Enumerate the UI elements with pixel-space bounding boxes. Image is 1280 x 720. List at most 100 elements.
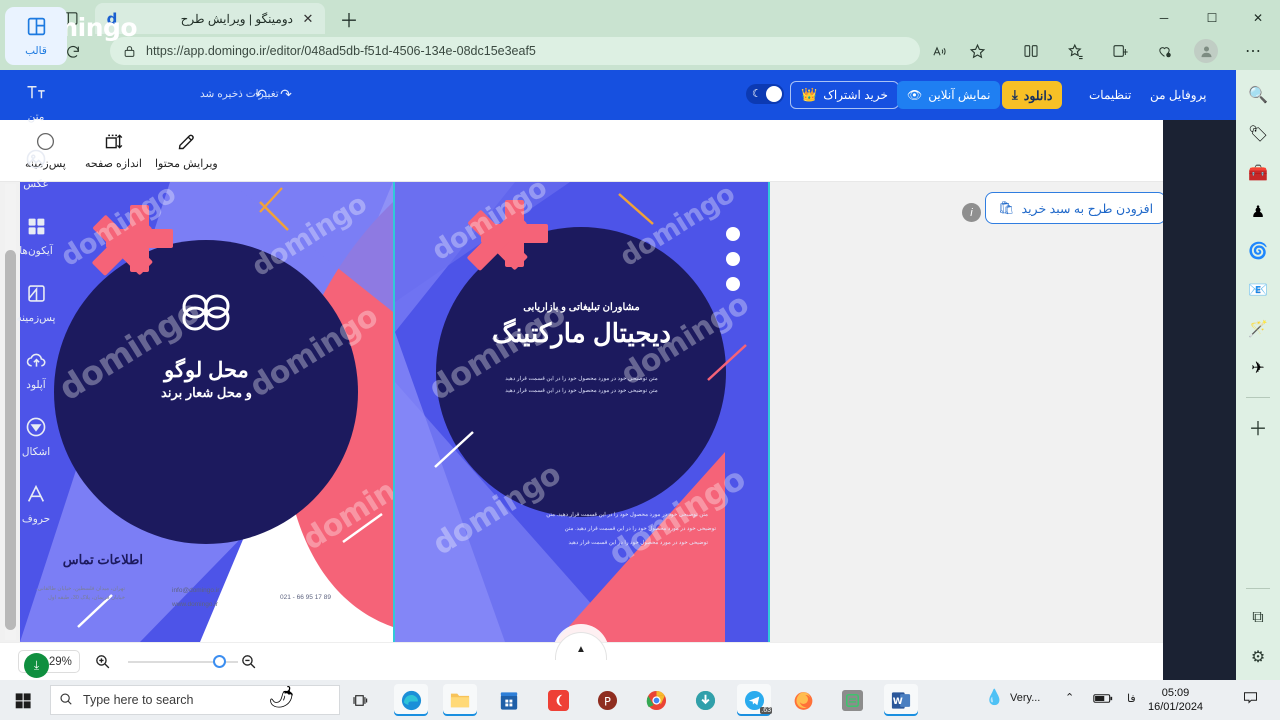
tray-overflow-icon[interactable]: ⌃ — [1065, 691, 1074, 704]
rail-item-image[interactable]: عکس — [5, 140, 67, 198]
shopping-icon[interactable]: 🏷 — [1245, 121, 1271, 147]
undo-icon[interactable]: ↶ — [252, 85, 270, 103]
subscribe-button[interactable]: خرید اشتراک 👑 — [790, 81, 899, 109]
profile-avatar[interactable] — [1194, 39, 1218, 63]
rail-item-template[interactable]: قالب — [5, 7, 67, 65]
online-preview-button[interactable]: نمایش آنلاین 👁 — [897, 81, 1001, 109]
canvas-area[interactable]: domingo domingo domingo domingo domingo … — [0, 182, 1163, 642]
design-title: دیجیتال مارکتینگ — [492, 318, 671, 348]
info-badge[interactable]: i — [962, 203, 981, 222]
contact-address: تهران، میدان فلسطین، خیابان طالقانی، خیا… — [35, 586, 125, 601]
tab-close-icon[interactable]: ✕ — [299, 10, 317, 28]
rail-item-upload[interactable]: آپلود — [5, 341, 67, 399]
zoom-slider-knob[interactable] — [213, 655, 226, 668]
background-icon — [26, 283, 47, 309]
design-subtitle: مشاوران تبلیغاتی و بازاریابی — [523, 302, 640, 313]
notification-center-icon[interactable] — [1243, 691, 1258, 708]
dark-mode-toggle[interactable]: ☾ — [746, 84, 784, 104]
logo-placeholder-text: محل لوگو — [164, 359, 249, 382]
browser-chrome: d دومینگو | ویرایش طرح ✕ ＋ ─ ☐ ✕ https:/… — [0, 0, 1280, 70]
split-screen-icon[interactable] — [1018, 38, 1044, 64]
outlook-icon[interactable]: 📧 — [1245, 277, 1271, 303]
add-sidebar-app-icon[interactable]: ＋ — [1245, 414, 1271, 440]
window-minimize-button[interactable]: ─ — [1142, 4, 1186, 32]
rail-label-icons: آیکون‌ها — [19, 244, 53, 257]
chevron-up-icon: ▲ — [576, 644, 586, 655]
rail-item-icons[interactable]: آیکون‌ها — [5, 207, 67, 265]
profile-link[interactable]: پروفایل من — [1150, 88, 1206, 102]
lock-icon — [120, 42, 138, 60]
upload-cloud-icon — [25, 350, 48, 376]
taskbar-search-box[interactable]: Type here to search — [50, 685, 340, 715]
toolbar-item-edit-content[interactable]: ویرایش محتوا — [155, 128, 218, 170]
window-close-button[interactable]: ✕ — [1236, 4, 1280, 32]
taskbar-potplayer-icon[interactable]: P — [590, 684, 624, 716]
add-to-cart-button[interactable]: افزودن طرح به سبد خرید 🛍 — [985, 192, 1167, 224]
browser-settings-icon[interactable]: ⋯ — [1240, 38, 1266, 64]
taskbar-firefox-icon[interactable] — [786, 684, 820, 716]
taskbar-microsoft-store-icon[interactable] — [492, 684, 526, 716]
search-icon[interactable]: 🔍 — [1245, 82, 1271, 108]
read-aloud-icon[interactable] — [926, 38, 952, 64]
settings-link[interactable]: تنظیمات — [1089, 88, 1131, 102]
download-button[interactable]: دانلود ⤓ — [1002, 81, 1063, 109]
design-footer-line1: متن توضیحی خود در مورد محصول خود را در ا… — [546, 512, 708, 518]
office-icon[interactable]: 🌀 — [1245, 238, 1271, 264]
battery-icon[interactable] — [1093, 692, 1113, 707]
template-icon — [26, 16, 47, 42]
sidebar-divider — [1246, 397, 1270, 398]
toolbar-item-page-size[interactable]: اندازه صفحه — [85, 128, 142, 170]
taskbar-chrome-icon[interactable] — [639, 684, 673, 716]
designer-icon[interactable]: 🪄 — [1245, 316, 1271, 342]
design-page-left[interactable]: domingo domingo domingo domingo domingo … — [20, 182, 393, 642]
rail-label-image: عکس — [23, 178, 49, 190]
window-maximize-button[interactable]: ☐ — [1190, 4, 1234, 32]
rail-item-shapes[interactable]: اشکال — [5, 408, 67, 466]
taskbar-file-explorer-icon[interactable] — [443, 684, 477, 716]
games-icon[interactable]: ♟ — [1245, 199, 1271, 225]
rail-item-text[interactable]: متن — [5, 73, 67, 131]
collections-icon[interactable] — [1107, 38, 1133, 64]
contact-heading: اطلاعات تماس — [62, 552, 143, 567]
rail-download-fab[interactable]: ⤓ — [24, 653, 49, 678]
rail-item-background[interactable]: پس‌زمینه — [5, 274, 67, 332]
resize-icon — [103, 128, 124, 154]
toggle-knob — [766, 86, 782, 102]
taskbar-edge-icon[interactable] — [394, 684, 428, 716]
zoom-in-icon[interactable] — [92, 651, 112, 671]
new-tab-button[interactable]: ＋ — [336, 6, 362, 32]
download-label: دانلود — [1023, 88, 1053, 103]
task-view-button[interactable] — [348, 689, 372, 711]
rail-label-text: متن — [27, 110, 45, 123]
gear-icon[interactable]: ⚙ — [1245, 644, 1271, 670]
favorites-icon[interactable] — [1062, 38, 1088, 64]
taskbar-notes-icon[interactable] — [835, 684, 869, 716]
redo-icon[interactable]: ↷ — [277, 85, 295, 103]
download-icon: ⤓ — [1012, 87, 1018, 102]
address-bar[interactable]: https://app.domingo.ir/editor/048ad5db-f… — [110, 37, 920, 65]
pencil-icon — [176, 128, 197, 154]
tools-icon[interactable]: 🧰 — [1245, 160, 1271, 186]
taskbar-clock[interactable]: 05:09 16/01/2024 — [1148, 686, 1203, 714]
rail-item-letters[interactable]: حروف — [5, 475, 67, 533]
design-body-line1: متن توضیحی خود در مورد محصول خود را در ا… — [505, 376, 658, 382]
taskbar-telegram-icon[interactable]: .63 — [737, 684, 772, 716]
weather-icon[interactable]: 💧 — [985, 688, 1004, 706]
taskbar-camtasia-icon[interactable] — [541, 684, 575, 716]
design-page-right[interactable]: domingo domingo domingo domingo domingo … — [393, 182, 770, 642]
telegram-icon[interactable]: ✈ — [1245, 355, 1271, 381]
weather-label[interactable]: Very... — [1010, 692, 1040, 704]
favorite-star-icon[interactable] — [964, 38, 990, 64]
zoom-out-icon[interactable] — [238, 651, 258, 671]
svg-text:W: W — [893, 697, 903, 707]
icons-grid-icon — [26, 216, 47, 242]
taskbar-word-icon[interactable]: W — [884, 684, 918, 716]
subscribe-label: خرید اشتراک — [823, 88, 888, 102]
language-indicator[interactable]: فا — [1127, 692, 1136, 705]
open-in-new-icon[interactable]: ⧉ — [1245, 605, 1271, 631]
contact-email: info@domingo.ir — [172, 587, 220, 594]
browser-essentials-icon[interactable] — [1151, 38, 1177, 64]
windows-start-button[interactable] — [8, 688, 38, 712]
editor-rail — [1163, 120, 1236, 680]
taskbar-idm-icon[interactable] — [688, 684, 722, 716]
